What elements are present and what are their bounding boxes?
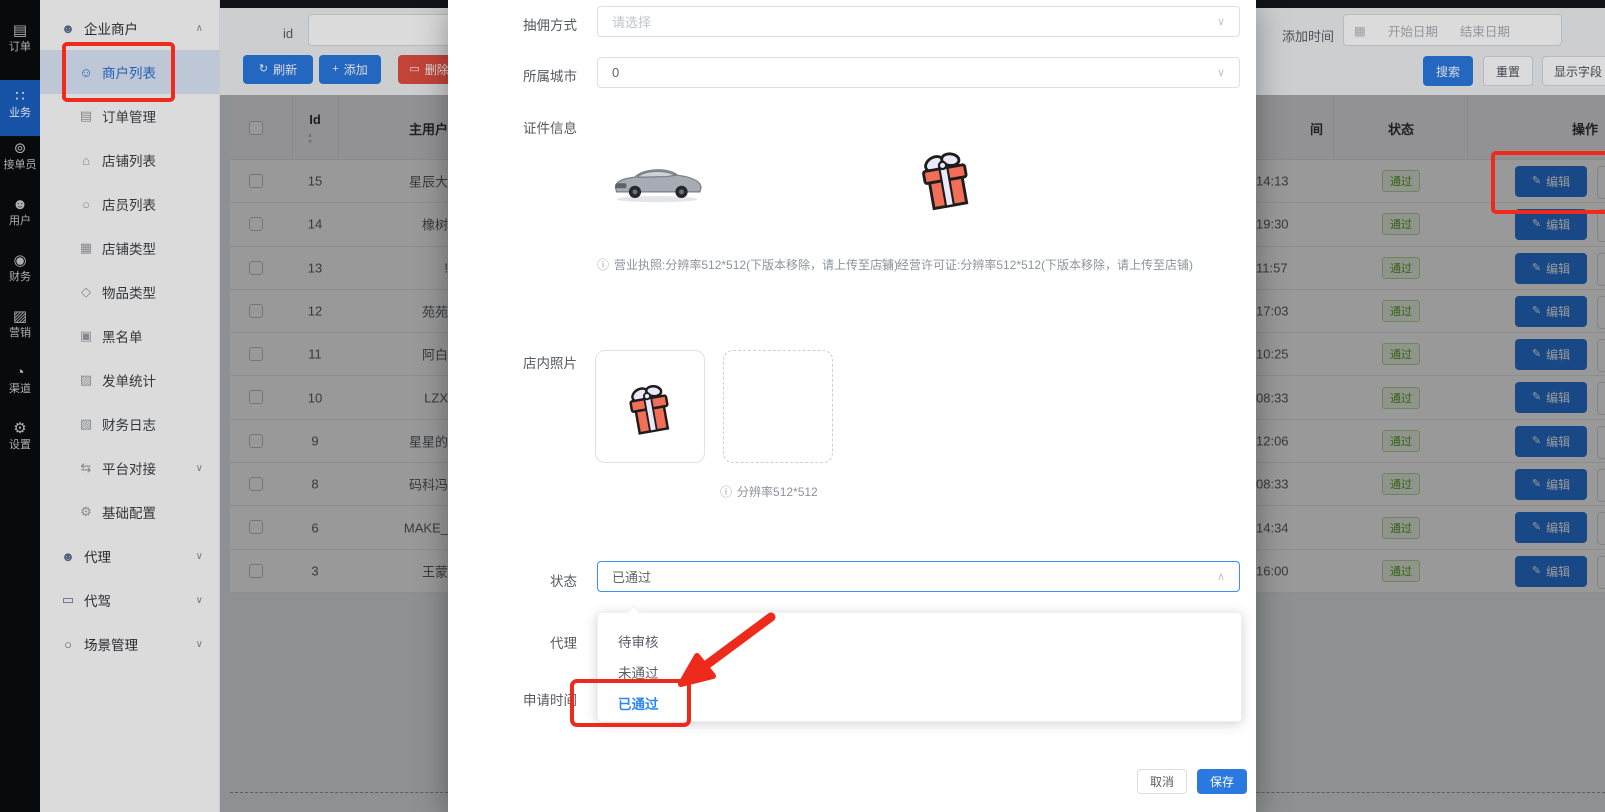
status-dropdown: 待审核 未通过 已通过 <box>597 612 1242 722</box>
option-approved[interactable]: 已通过 <box>598 688 1241 718</box>
shop-photo-image <box>619 374 681 440</box>
chevron-up-icon: ∧ <box>1217 570 1225 583</box>
photo-caption: ⓘ 分辨率512*512 <box>720 483 818 500</box>
business-license-image[interactable] <box>608 150 706 208</box>
info-icon: ⓘ <box>597 256 609 273</box>
status-select[interactable]: 已通过 ∧ <box>597 561 1240 592</box>
city-label: 所属城市 <box>487 65 577 85</box>
save-button[interactable]: 保存 <box>1197 769 1247 794</box>
info-icon: ⓘ <box>880 256 892 273</box>
city-select[interactable]: 0 ∨ <box>597 57 1240 88</box>
option-pending[interactable]: 待审核 <box>598 626 1241 656</box>
permit-caption: ⓘ 经营许可证:分辨率512*512(下版本移除，请上传至店铺) <box>880 256 1193 273</box>
photo-upload-box[interactable] <box>723 350 833 463</box>
app-root: ▤订单 ∷业务 ⊚接单员 ☻用户 ◉财务 ▨营销 ◔渠道 ⚙设置 ☻ 企业商户 … <box>0 0 1605 812</box>
info-icon: ⓘ <box>720 483 732 500</box>
dropdown-notch <box>626 606 642 622</box>
status-label: 状态 <box>487 570 577 590</box>
commission-placeholder: 请选择 <box>612 12 651 31</box>
commission-label: 抽佣方式 <box>487 14 577 34</box>
certificates-label: 证件信息 <box>487 117 577 137</box>
apply-time-label: 申请时间 <box>487 689 577 709</box>
shop-photo-card[interactable] <box>595 350 705 463</box>
business-permit-image[interactable] <box>910 140 982 216</box>
edit-merchant-dialog: 抽佣方式 请选择 ∨ 所属城市 0 ∨ 证件信息 <box>448 0 1256 812</box>
chevron-down-icon: ∨ <box>1217 15 1225 28</box>
license-caption: ⓘ 营业执照:分辨率512*512(下版本移除，请上传至店铺) <box>597 256 898 273</box>
commission-select[interactable]: 请选择 ∨ <box>597 6 1240 37</box>
chevron-down-icon: ∨ <box>1217 66 1225 79</box>
city-value: 0 <box>612 65 619 80</box>
status-value: 已通过 <box>612 567 651 586</box>
agent-label: 代理 <box>487 632 577 652</box>
cancel-button[interactable]: 取消 <box>1137 769 1187 794</box>
option-rejected[interactable]: 未通过 <box>598 657 1241 687</box>
shop-photos-label: 店内照片 <box>487 352 577 372</box>
